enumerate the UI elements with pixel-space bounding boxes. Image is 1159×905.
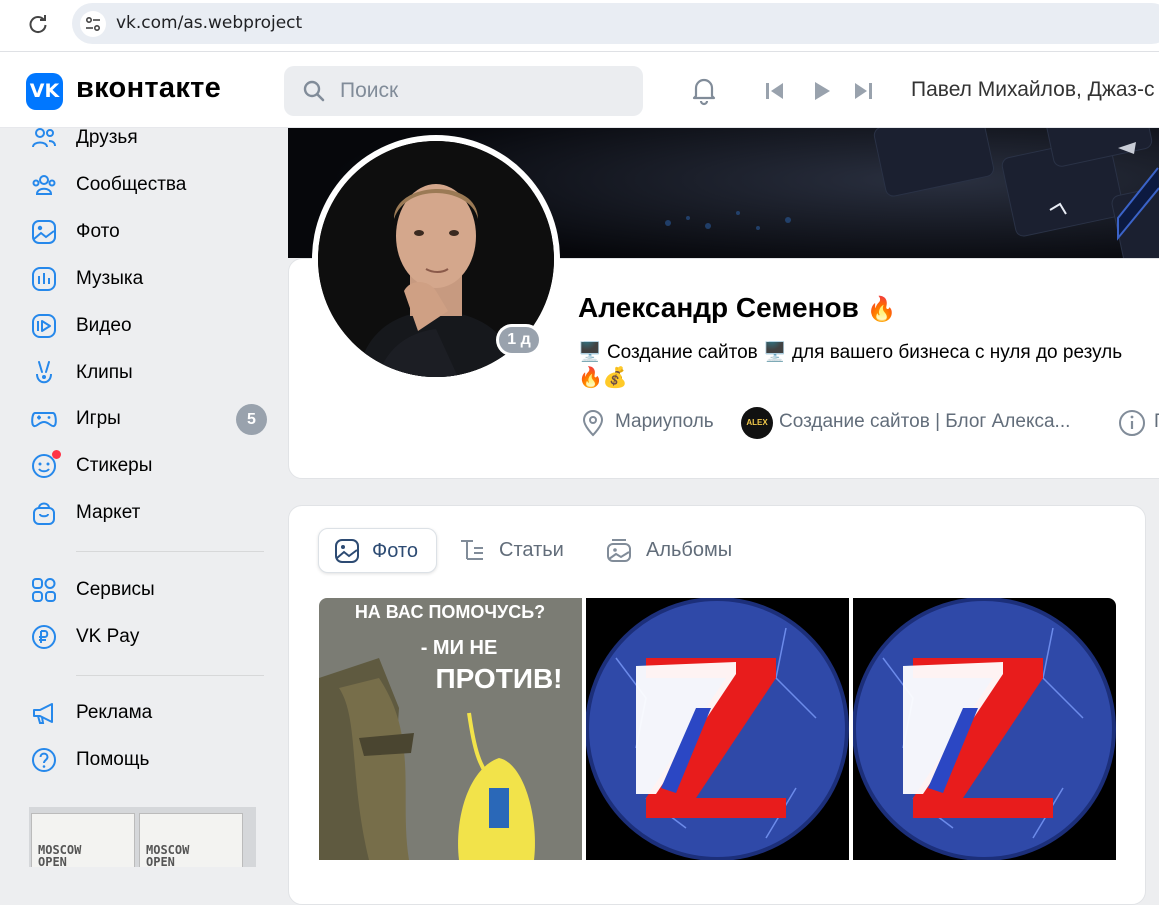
last-seen-badge: 1 д — [496, 324, 542, 356]
sidebar-item-label: Клипы — [76, 362, 133, 383]
left-sidebar: Друзья Сообщества Фото Музыка Видео Клип… — [0, 127, 285, 867]
new-stickers-dot-icon — [52, 450, 61, 459]
photo-icon — [335, 539, 359, 563]
sidebar-item-stickers[interactable]: Стикеры — [28, 446, 278, 486]
sidebar-item-vkpay[interactable]: VK Pay — [28, 617, 278, 657]
info-icon — [1119, 410, 1145, 436]
sidebar-item-help[interactable]: Помощь — [28, 740, 278, 780]
poster-text-line: ПРОТИВ! — [436, 663, 563, 694]
article-icon — [461, 540, 483, 560]
sidebar-item-label: Сообщества — [76, 174, 187, 195]
location-pin-icon — [582, 410, 604, 437]
profile-status-emojis: 🔥💰 — [578, 367, 628, 389]
search-icon — [303, 80, 325, 102]
play-icon[interactable] — [811, 80, 833, 102]
video-icon — [32, 314, 56, 338]
vk-logo-wordmark[interactable]: вконтакте — [76, 72, 221, 105]
photo-thumbnail-z-symbol[interactable] — [853, 598, 1116, 860]
sidebar-divider — [76, 675, 264, 676]
notifications-bell-icon[interactable] — [688, 74, 720, 106]
tab-albums[interactable]: Альбомы — [596, 528, 756, 573]
sidebar-item-communities[interactable]: Сообщества — [28, 165, 278, 205]
vk-header: VK вконтакте Поиск Павел Михайлов, Джаз-… — [0, 52, 1159, 128]
poster-text-line: НА ВАС ПОМОЧУСЬ? — [355, 602, 545, 622]
sidebar-item-label: Реклама — [76, 702, 153, 723]
previous-track-icon[interactable] — [764, 80, 786, 102]
sidebar-item-games[interactable]: Игры 5 — [28, 399, 278, 439]
friends-icon — [32, 128, 56, 148]
profile-group-link[interactable]: ALEX Создание сайтов | Блог Алекса... — [740, 407, 1100, 439]
services-icon — [32, 578, 56, 602]
sidebar-item-label: Фото — [76, 221, 120, 242]
sidebar-item-ads[interactable]: Реклама — [28, 693, 278, 733]
games-count-badge: 5 — [236, 404, 267, 435]
now-playing-track[interactable]: Павел Михайлов, Джаз-с — [911, 78, 1155, 102]
sidebar-item-label: Друзья — [76, 127, 138, 148]
sidebar-item-label: Сервисы — [76, 579, 155, 600]
clips-icon — [36, 361, 52, 384]
music-icon — [32, 267, 56, 291]
tab-articles[interactable]: Статьи — [450, 528, 580, 573]
megaphone-icon — [33, 703, 53, 724]
ad-card: MOSCOW OPEN — [31, 813, 135, 867]
sidebar-item-music[interactable]: Музыка — [28, 259, 278, 299]
sidebar-item-label: Видео — [76, 315, 132, 336]
reload-icon[interactable] — [26, 12, 50, 36]
photo-thumbnail-z-symbol[interactable] — [586, 598, 849, 860]
communities-icon — [32, 175, 56, 195]
profile-more-info[interactable]: П — [1118, 408, 1159, 438]
photo-thumbnail-poster[interactable]: НА ВАС ПОМОЧУСЬ? - МИ НЕ ПРОТИВ! — [319, 598, 582, 860]
site-settings-icon[interactable] — [80, 11, 106, 37]
games-icon — [31, 412, 57, 428]
albums-icon — [607, 539, 631, 562]
sidebar-item-label: Маркет — [76, 502, 141, 523]
sidebar-item-label: Помощь — [76, 749, 150, 770]
sidebar-item-label: Музыка — [76, 268, 144, 289]
browser-toolbar: vk.com/as.webproject — [0, 0, 1159, 52]
sidebar-item-services[interactable]: Сервисы — [28, 570, 278, 610]
sidebar-ad-banner[interactable]: MOSCOW OPEN MOSCOW OPEN — [29, 807, 256, 867]
vk-logo-icon[interactable]: VK — [26, 73, 63, 110]
sidebar-item-photo[interactable]: Фото — [28, 212, 278, 252]
sidebar-item-clips[interactable]: Клипы — [28, 353, 278, 393]
sidebar-item-label: VK Pay — [76, 626, 140, 647]
search-box[interactable]: Поиск — [284, 66, 643, 116]
profile-name: Александр Семенов 🔥 — [578, 292, 897, 323]
photo-icon — [32, 220, 56, 244]
poster-text-line: - МИ НЕ — [421, 637, 498, 659]
market-icon — [33, 502, 55, 525]
vkpay-icon — [32, 625, 56, 649]
profile-city[interactable]: Мариуполь — [578, 408, 728, 438]
next-track-icon[interactable] — [852, 80, 874, 102]
profile-status: 🖥️ Создание сайтов 🖥️ для вашего бизнеса… — [578, 342, 1123, 363]
search-placeholder: Поиск — [340, 79, 399, 102]
sidebar-divider — [76, 551, 264, 552]
fire-emoji-icon: 🔥 — [866, 296, 897, 323]
url-text[interactable]: vk.com/as.webproject — [116, 13, 302, 33]
ad-card: MOSCOW OPEN — [139, 813, 243, 867]
help-icon — [32, 748, 56, 772]
sidebar-item-video[interactable]: Видео — [28, 306, 278, 346]
sidebar-item-label: Игры — [76, 408, 121, 429]
sidebar-item-market[interactable]: Маркет — [28, 493, 278, 533]
monitor-emoji-icon: 🖥️ — [578, 342, 602, 363]
group-avatar-icon: ALEX — [741, 407, 773, 439]
tab-photos[interactable]: Фото — [318, 528, 437, 573]
sidebar-item-friends[interactable]: Друзья — [28, 118, 278, 158]
sidebar-item-label: Стикеры — [76, 455, 153, 476]
